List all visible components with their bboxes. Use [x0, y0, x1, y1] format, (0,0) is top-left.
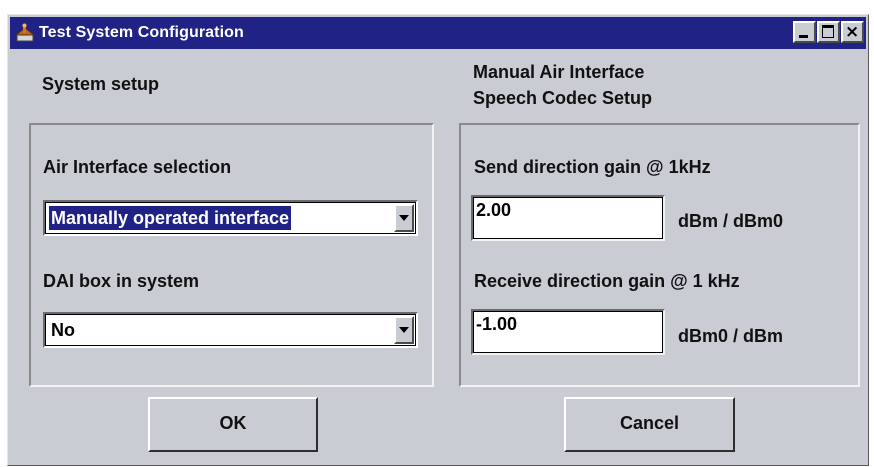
ok-button[interactable]: OK [148, 397, 318, 452]
chevron-down-icon[interactable] [394, 316, 414, 344]
receive-gain-input[interactable]: -1.00 [471, 309, 665, 355]
dai-box-label: DAI box in system [43, 271, 200, 291]
cancel-button[interactable]: Cancel [564, 397, 735, 452]
system-setup-heading: System setup [42, 74, 160, 94]
close-button[interactable]: × [841, 21, 864, 43]
dai-box-select[interactable]: No [43, 312, 418, 348]
air-interface-label: Air Interface selection [43, 157, 232, 177]
app-icon [15, 23, 35, 42]
title-bar[interactable]: Test System Configuration × [10, 17, 866, 49]
receive-gain-unit: dBm0 / dBm [678, 326, 784, 346]
send-gain-label: Send direction gain @ 1kHz [474, 157, 711, 177]
window-title: Test System Configuration [39, 24, 244, 41]
send-gain-unit: dBm / dBm0 [678, 211, 784, 231]
close-icon: × [845, 22, 860, 42]
air-interface-select[interactable]: Manually operated interface [43, 200, 418, 236]
air-interface-selected-value: Manually operated interface [47, 205, 293, 231]
speech-codec-heading-line1: Manual Air Interface [473, 62, 645, 82]
chevron-down-icon[interactable] [394, 204, 414, 232]
receive-gain-label: Receive direction gain @ 1 kHz [474, 271, 740, 291]
window-controls: × [792, 21, 864, 45]
config-dialog: Test System Configuration × System setup… [7, 14, 869, 466]
send-gain-input[interactable]: 2.00 [471, 195, 665, 241]
maximize-button[interactable] [817, 21, 840, 43]
speech-codec-heading-line2: Speech Codec Setup [473, 88, 653, 108]
dai-box-selected-value: No [51, 320, 75, 340]
minimize-button[interactable] [793, 21, 816, 43]
